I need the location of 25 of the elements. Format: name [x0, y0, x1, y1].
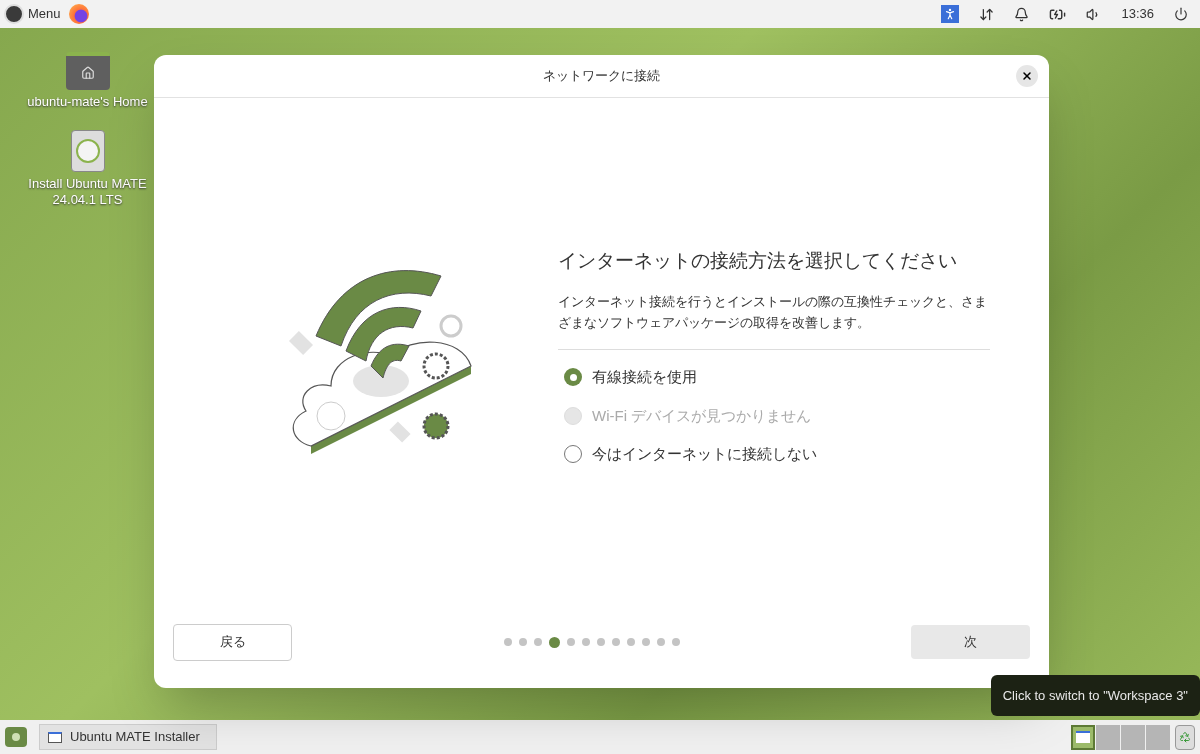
radio-option[interactable]: 今はインターネットに接続しない	[564, 443, 990, 466]
power-icon[interactable]	[1174, 7, 1188, 21]
browser-icon[interactable]	[68, 4, 89, 24]
heading: インターネットの接続方法を選択してください	[558, 248, 958, 273]
trash-icon[interactable]	[1175, 724, 1195, 750]
clock[interactable]: 13:36	[1121, 4, 1154, 24]
network-icon[interactable]	[979, 6, 995, 22]
workspace-tile[interactable]	[1096, 724, 1120, 750]
home-folder-icon[interactable]	[65, 52, 110, 90]
next-button[interactable]: 次	[911, 625, 1030, 659]
tooltip: Click to switch to "Workspace 3"	[990, 674, 1200, 716]
radio-option[interactable]: 有線接続を使用	[564, 366, 990, 389]
workspace-tile[interactable]	[1121, 724, 1145, 750]
back-button[interactable]: 戻る	[173, 623, 292, 661]
menu-button[interactable]: Menu	[4, 4, 61, 24]
window-title: ネットワークに接続	[543, 67, 660, 86]
workspace-tile[interactable]	[1071, 724, 1095, 750]
close-icon	[1021, 70, 1033, 82]
workspace-tile[interactable]	[1146, 724, 1170, 750]
show-desktop-icon[interactable]	[5, 727, 27, 747]
close-button[interactable]	[1016, 65, 1038, 87]
accessibility-icon[interactable]	[941, 5, 960, 23]
notification-icon[interactable]	[1014, 6, 1030, 22]
taskbar-item[interactable]: Ubuntu MATE Installer	[39, 724, 217, 750]
description: インターネット接続を行うとインストールの際の互換性チェックと、さまざまなソフトウェアパッケージの取得を改善します。	[558, 293, 988, 332]
